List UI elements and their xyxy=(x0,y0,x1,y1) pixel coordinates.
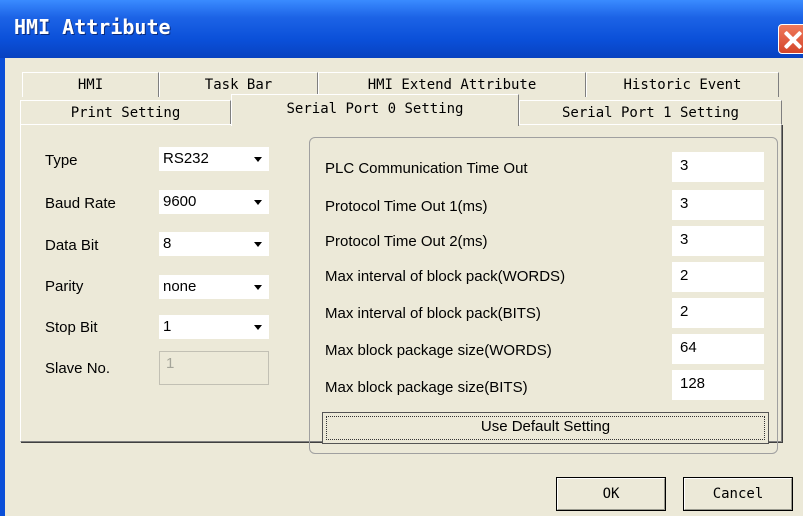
max-block-words-field[interactable]: 64 xyxy=(672,334,764,364)
chevron-down-icon[interactable] xyxy=(247,232,269,256)
protocol-timeout-2-label: Protocol Time Out 2(ms) xyxy=(325,233,488,250)
timeout-group xyxy=(309,137,778,454)
close-icon[interactable] xyxy=(778,24,803,54)
protocol-timeout-1-field[interactable]: 3 xyxy=(672,190,764,220)
data-bit-label: Data Bit xyxy=(45,237,99,254)
type-value: RS232 xyxy=(163,150,209,167)
max-interval-bits-field[interactable]: 2 xyxy=(672,298,764,328)
parity-select[interactable]: none xyxy=(159,275,269,299)
chevron-down-icon[interactable] xyxy=(247,275,269,299)
title-bar: HMI Attribute xyxy=(0,0,803,58)
button-bevel xyxy=(684,478,792,510)
stop-bit-select[interactable]: 1 xyxy=(159,315,269,339)
plc-timeout-value: 3 xyxy=(680,157,689,174)
tab-historic-event[interactable]: Historic Event xyxy=(586,72,779,97)
tab-hmi[interactable]: HMI xyxy=(22,72,159,97)
tab-serial-port-0-setting[interactable]: Serial Port 0 Setting xyxy=(231,94,519,126)
max-interval-bits-label: Max interval of block pack(BITS) xyxy=(325,305,541,322)
ok-button[interactable]: OK xyxy=(556,477,666,511)
max-interval-words-value: 2 xyxy=(680,267,689,284)
slave-no-input: 1 xyxy=(159,351,269,385)
chevron-down-icon[interactable] xyxy=(247,190,269,214)
protocol-timeout-2-field[interactable]: 3 xyxy=(672,226,764,256)
use-default-setting-button[interactable]: Use Default Setting xyxy=(322,412,769,444)
data-bit-value: 8 xyxy=(163,235,172,252)
protocol-timeout-2-value: 3 xyxy=(680,231,689,248)
chevron-down-icon[interactable] xyxy=(247,315,269,339)
type-label: Type xyxy=(45,152,78,169)
max-block-words-value: 64 xyxy=(680,339,697,356)
tab-print-setting[interactable]: Print Setting xyxy=(20,100,231,125)
protocol-timeout-1-value: 3 xyxy=(680,195,689,212)
parity-value: none xyxy=(163,278,197,295)
slave-no-value: 1 xyxy=(166,355,175,372)
max-block-bits-field[interactable]: 128 xyxy=(672,370,764,400)
tab-serial-port-1-setting[interactable]: Serial Port 1 Setting xyxy=(519,100,782,125)
max-interval-words-field[interactable]: 2 xyxy=(672,262,764,292)
plc-timeout-label: PLC Communication Time Out xyxy=(325,160,528,177)
baud-rate-value: 9600 xyxy=(163,193,197,210)
cancel-button[interactable]: Cancel xyxy=(683,477,793,511)
max-interval-bits-value: 2 xyxy=(680,303,689,320)
protocol-timeout-1-label: Protocol Time Out 1(ms) xyxy=(325,198,488,215)
max-block-words-label: Max block package size(WORDS) xyxy=(325,342,552,359)
chevron-down-icon[interactable] xyxy=(247,147,269,171)
baud-rate-label: Baud Rate xyxy=(45,195,116,212)
stop-bit-value: 1 xyxy=(163,318,172,335)
stop-bit-label: Stop Bit xyxy=(45,319,98,336)
type-select[interactable]: RS232 xyxy=(159,147,269,171)
max-block-bits-value: 128 xyxy=(680,375,706,392)
plc-timeout-field[interactable]: 3 xyxy=(672,152,764,182)
focus-ring xyxy=(326,416,765,440)
window-title: HMI Attribute xyxy=(14,15,171,39)
button-bevel xyxy=(557,478,665,510)
parity-label: Parity xyxy=(45,278,84,295)
max-block-bits-label: Max block package size(BITS) xyxy=(325,379,528,396)
slave-no-label: Slave No. xyxy=(45,360,111,377)
baud-rate-select[interactable]: 9600 xyxy=(159,190,269,214)
data-bit-select[interactable]: 8 xyxy=(159,232,269,256)
max-interval-words-label: Max interval of block pack(WORDS) xyxy=(325,268,566,285)
window-frame xyxy=(0,58,5,516)
